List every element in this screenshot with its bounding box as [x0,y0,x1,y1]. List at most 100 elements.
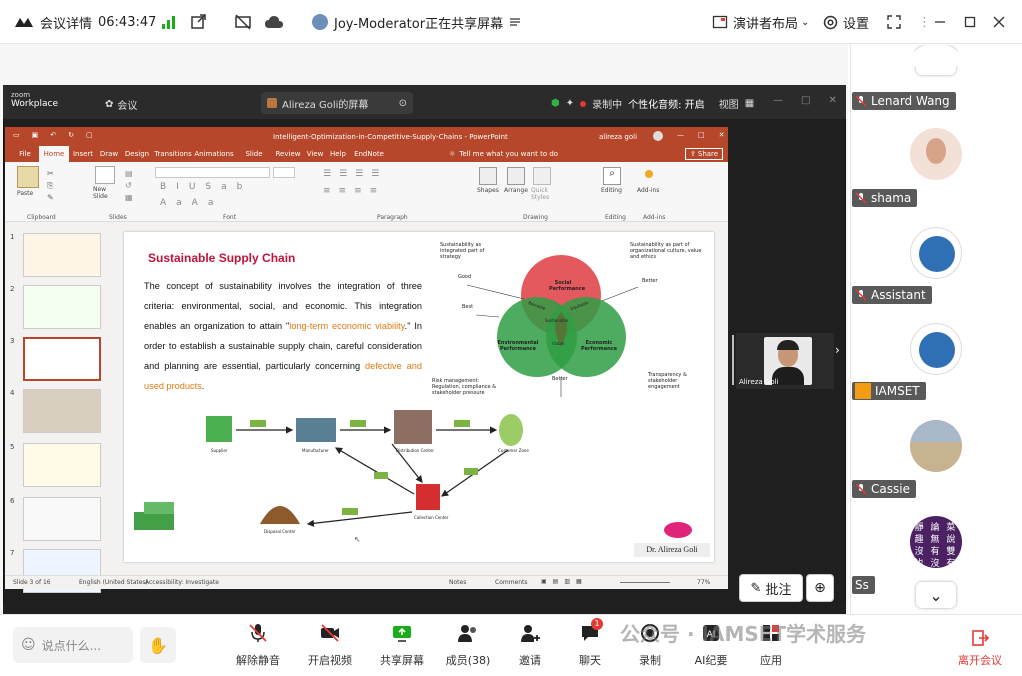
close-icon[interactable] [993,0,1005,44]
settings-button[interactable]: 设置 [822,0,869,44]
ppt-tab-4[interactable]: Design [121,146,153,162]
participant-label[interactable]: shama [852,189,918,207]
leave-meeting-button[interactable]: 离开会议 [955,628,1005,668]
slide-thumbnail[interactable] [23,443,101,487]
screen-off-icon[interactable] [234,0,252,44]
toolbar-label: 共享屏幕 [380,654,424,667]
slide-thumbnail[interactable] [23,337,101,381]
shapes-icon[interactable] [479,167,497,185]
maximize-icon[interactable] [964,0,976,44]
slide-thumbnail[interactable] [23,497,101,541]
zoom-screen-title: Alireza Goli的屏幕 [282,99,369,111]
presenter-layout-button[interactable]: 演讲者布局 ⌄ [712,0,809,44]
search-icon[interactable]: ⌕ [603,167,621,185]
status-notes[interactable]: Notes [449,579,466,586]
new-slide-icon[interactable] [95,166,115,184]
venn-better-top: Better [642,278,658,284]
ppt-tab-5[interactable]: Transitions [153,146,193,162]
toolbar-button-video-off[interactable]: 开启视频 [300,622,360,670]
present-icon[interactable]: ▢ [86,131,93,139]
toolbar-button-share-screen[interactable]: 共享屏幕 [372,622,432,670]
clipboard-small-icons[interactable]: ✂ ⎘ ✎ [47,168,54,204]
pop-out-icon[interactable] [190,0,206,44]
quick-styles-icon[interactable] [533,167,551,185]
ppt-close-icon[interactable]: ✕ [719,131,725,141]
arrange-icon[interactable] [507,167,525,185]
zoom-screen-tab[interactable]: Alireza Goli的屏幕 ⊙ [261,92,413,114]
ppt-tab-2[interactable]: Insert [69,146,97,162]
leave-label: 离开会议 [958,654,1002,667]
undo-icon[interactable]: ↶ [50,131,56,139]
ppt-avatar-icon[interactable] [653,131,663,141]
zoom-meeting-tab[interactable]: ✿ 会议 [105,97,137,112]
ppt-maximize-icon[interactable]: □ [698,131,705,141]
fullscreen-icon[interactable] [886,0,902,44]
meeting-details-button[interactable]: 会议详情 [14,0,92,44]
view-mode-icons[interactable]: ▣▤▥▦ [541,578,588,585]
paragraph-list-icons[interactable]: ☰☰☰☰ [323,169,387,179]
toolbar-button-invite[interactable]: 邀请 [500,622,560,670]
slide-thumbnail[interactable] [23,233,101,277]
status-accessibility[interactable]: Accessibility: Investigate [145,579,219,586]
ppt-user[interactable]: alireza goli [599,133,637,141]
ppt-share-button[interactable]: ⇪ Share [685,148,724,160]
paste-icon[interactable] [17,166,39,188]
flow-collection: Collection Center [414,515,449,520]
view-button[interactable]: 视图 [719,96,739,111]
font-size-select[interactable] [273,167,295,178]
tell-me-search[interactable]: ☼ Tell me what you want to do [449,150,558,158]
slides-small-icons[interactable]: ▤ ↺ ▦ [125,168,133,204]
share-menu-icon[interactable] [509,16,521,28]
scroll-down-button[interactable]: ⌄ [916,582,956,608]
tab-more-icon[interactable]: ⊙ [399,98,407,109]
ppt-tab-9[interactable]: View [303,146,327,162]
emoji-icon[interactable]: ☺ [21,637,36,653]
participant-label[interactable]: Ss [852,576,875,594]
autosave-icon[interactable]: ▭ [13,131,20,139]
zoom-in-button[interactable]: ⊕ [806,574,834,602]
save-icon[interactable]: ▣ [32,131,39,139]
cloud-icon[interactable] [264,0,284,44]
toolbar-button-chat[interactable]: 1 聊天 [560,618,620,670]
zoom-maximize-icon[interactable]: □ [801,95,810,106]
toolbar-button-mic-muted[interactable]: 解除静音 [228,622,288,670]
zoom-minimize-icon[interactable]: — [773,95,783,106]
status-comments[interactable]: Comments [495,579,528,586]
participant-label[interactable]: Assistant [852,286,932,304]
participant-label[interactable]: IAMSET [852,382,926,400]
meeting-time: 06:43:47 [98,14,157,30]
supplier-icon [206,416,232,442]
ppt-tab-8[interactable]: Review [273,146,303,162]
participant-label[interactable]: Lenard Wang [852,92,956,110]
participant-label[interactable]: Cassie [852,480,916,498]
font-color-icons[interactable]: AaAa [160,198,223,208]
font-format-icons[interactable]: BIUSab [160,182,252,192]
ppt-tab-0[interactable]: File [11,146,39,162]
zoom-close-icon[interactable]: ✕ [828,95,836,106]
layout-icon [712,14,728,30]
ppt-tab-10[interactable]: Help [327,146,349,162]
slide-thumbnail[interactable] [23,285,101,329]
toolbar-button-members[interactable]: 成员(38) [438,622,498,670]
addins-icon[interactable] [645,170,653,178]
status-zoom[interactable]: 77% [697,579,710,586]
slide-thumbnail[interactable] [23,389,101,433]
collapse-video-icon[interactable]: › [835,343,845,373]
ppt-tab-7[interactable]: Slide Show [235,146,273,174]
ppt-minimize-icon[interactable]: — [677,131,684,141]
ppt-tab-3[interactable]: Draw [97,146,121,162]
paragraph-align-icons[interactable]: ≡≡≡≡ [323,186,385,196]
status-language[interactable]: English (United States) [79,579,148,586]
raise-hand-button[interactable]: ✋ [140,627,176,663]
ppt-tab-11[interactable]: EndNote 20 [349,146,389,174]
ppt-tab-6[interactable]: Animations [193,146,235,162]
chat-input[interactable]: ☺ 说点什么... [13,627,133,663]
zoom-slider[interactable] [620,582,670,583]
annotate-button[interactable]: ✎ 批注 [739,574,803,602]
font-name-select[interactable] [155,167,270,178]
redo-icon[interactable]: ↻ [68,131,74,139]
resize-handle[interactable] [732,335,734,385]
ppt-tab-1[interactable]: Home [39,146,69,162]
minimize-icon[interactable] [934,0,946,44]
presenter-video-tile[interactable]: Alireza Goli [736,333,834,389]
